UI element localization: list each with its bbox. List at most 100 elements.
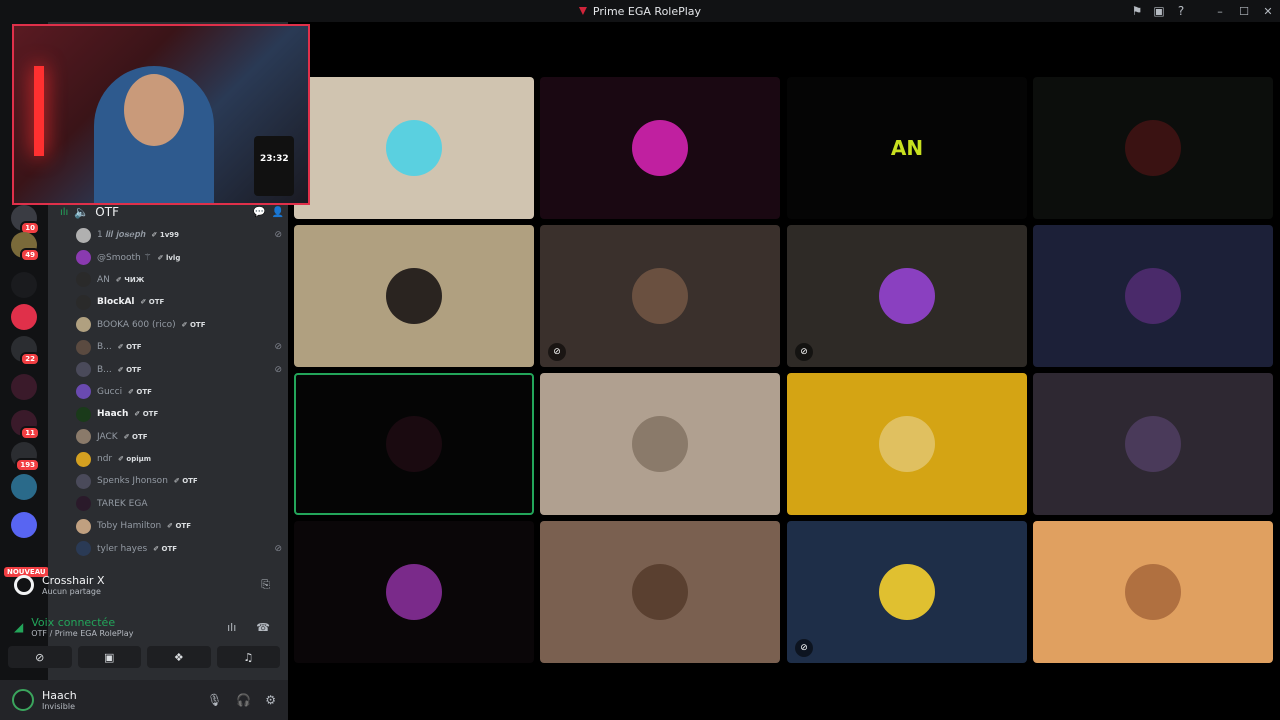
voice-member[interactable]: B... ✐ OTF ⊘ xyxy=(76,336,286,358)
user-name[interactable]: Haach xyxy=(42,689,77,702)
close-button[interactable]: ✕ xyxy=(1256,0,1280,22)
phone-clock: 23:32 xyxy=(260,154,289,164)
video-tile[interactable]: ⊘ xyxy=(787,521,1027,663)
muted-icon: ⊘ xyxy=(274,342,282,353)
video-tile[interactable] xyxy=(294,225,534,367)
voice-status-subtitle[interactable]: OTF / Prime EGA RolePlay xyxy=(31,629,133,638)
voice-member[interactable]: B... ✐ OTF ⊘ xyxy=(76,358,286,380)
member-name: JACK xyxy=(97,431,118,442)
server-7[interactable]: 11 xyxy=(11,410,40,440)
signal-icon[interactable]: ◢ xyxy=(14,620,23,634)
video-tile[interactable] xyxy=(294,521,534,663)
muted-icon: ⊘ xyxy=(274,364,282,375)
avatar xyxy=(76,518,91,534)
server-1[interactable]: 10 xyxy=(11,205,40,235)
add-member-icon[interactable]: 👤 xyxy=(272,207,284,218)
member-name: @Smooth ⚚ xyxy=(97,252,152,263)
member-tag: ✐ OTF xyxy=(140,298,165,307)
voice-member[interactable]: 1 𝒍𝒊𝒍 𝒋𝒐𝒔𝒆𝒑𝒉 ✐ 1v99 ⊘ xyxy=(76,224,286,246)
avatar[interactable] xyxy=(12,689,34,711)
inbox-flag-icon[interactable]: ⚑ xyxy=(1126,0,1148,22)
member-tag: ✐ OTF xyxy=(153,544,178,553)
voice-member[interactable]: BlockAl ✐ OTF xyxy=(76,291,286,313)
settings-gear-icon[interactable]: ⚙ xyxy=(265,693,276,707)
avatar xyxy=(76,339,91,355)
voice-member[interactable]: tyler hayes ✐ OTF ⊘ xyxy=(76,537,286,559)
video-tile[interactable] xyxy=(1033,77,1273,219)
member-name: BOOKA 600 (rico) xyxy=(97,319,176,330)
member-name: Haach xyxy=(97,409,129,420)
avatar xyxy=(386,564,442,620)
share-icon[interactable]: ⎘ xyxy=(261,578,270,592)
avatar xyxy=(632,564,688,620)
video-tile[interactable] xyxy=(540,521,780,663)
chat-icon[interactable]: 💬 xyxy=(253,207,265,218)
microphone-icon[interactable]: 🎙 xyxy=(207,693,222,707)
video-tile[interactable]: AN xyxy=(787,77,1027,219)
video-tile[interactable] xyxy=(540,373,780,515)
camera-off-button[interactable]: ⊘ xyxy=(8,646,72,668)
video-tile[interactable] xyxy=(294,373,534,515)
activity-subtitle: Aucun partage xyxy=(42,587,101,596)
avatar xyxy=(386,120,442,176)
video-tile[interactable] xyxy=(1033,521,1273,663)
minimize-button[interactable]: – xyxy=(1208,0,1232,22)
server-folder[interactable] xyxy=(11,512,37,538)
voice-member[interactable]: Gucci ✐ OTF xyxy=(76,381,286,403)
window-title-text: Prime EGA RolePlay xyxy=(592,4,702,18)
avatar xyxy=(1125,268,1181,324)
voice-member[interactable]: Haach ✐ OTF xyxy=(76,403,286,425)
avatar xyxy=(76,294,91,310)
video-tile[interactable] xyxy=(294,77,534,219)
server-2[interactable]: 49 xyxy=(11,232,40,262)
voice-member[interactable]: JACK ✐ OTF xyxy=(76,426,286,448)
member-name: 1 𝒍𝒊𝒍 𝒋𝒐𝒔𝒆𝒑𝒉 xyxy=(97,230,146,241)
server-8[interactable]: 193 xyxy=(11,442,40,472)
member-name: B... xyxy=(97,364,112,375)
headphones-icon[interactable]: 🎧 xyxy=(236,693,251,707)
video-grid: AN ⊘ ⊘ ⊘ xyxy=(288,22,1280,720)
member-name: Spenks Jhonson xyxy=(97,476,168,487)
video-tile[interactable] xyxy=(540,77,780,219)
voice-member[interactable]: @Smooth ⚚ ✐ lvlg xyxy=(76,246,286,268)
video-tile[interactable] xyxy=(787,373,1027,515)
server-6[interactable] xyxy=(11,374,37,400)
avatar xyxy=(76,317,91,333)
voice-member[interactable]: ndr ✐ opiµm xyxy=(76,448,286,470)
avatar xyxy=(76,384,91,400)
voice-channel-otf[interactable]: ılı 🔈 OTF 💬 👤 xyxy=(56,202,284,222)
video-tile[interactable]: ⊘ xyxy=(787,225,1027,367)
avatar xyxy=(632,120,688,176)
voice-member[interactable]: AN ✐ ЧИЖ xyxy=(76,269,286,291)
server-5[interactable]: 22 xyxy=(11,336,40,366)
member-tag: ✐ OTF xyxy=(117,343,142,352)
screen-icon[interactable]: ▣ xyxy=(1148,0,1170,22)
voice-member[interactable]: Spenks Jhonson ✐ OTF xyxy=(76,470,286,492)
video-tile[interactable] xyxy=(1033,373,1273,515)
server-9[interactable] xyxy=(11,474,37,500)
voice-status-title[interactable]: Voix connectée xyxy=(31,616,133,629)
activities-button[interactable]: ❖ xyxy=(147,646,211,668)
screen-share-button[interactable]: ▣ xyxy=(77,646,141,668)
soundboard-button[interactable]: ♫ xyxy=(216,646,280,668)
avatar xyxy=(1125,564,1181,620)
noise-suppression-icon[interactable]: ılı xyxy=(227,621,236,634)
maximize-button[interactable]: ☐ xyxy=(1232,0,1256,22)
avatar xyxy=(76,473,91,489)
voice-channel-icon: 🔈 xyxy=(74,205,90,219)
server-3[interactable] xyxy=(11,272,37,298)
server-prime-ega[interactable] xyxy=(11,304,37,330)
video-tile[interactable]: ⊘ xyxy=(540,225,780,367)
voice-member[interactable]: TAREK EGA xyxy=(76,493,286,515)
voice-member[interactable]: BOOKA 600 (rico) ✐ OTF xyxy=(76,314,286,336)
muted-icon: ⊘ xyxy=(274,543,282,554)
avatar xyxy=(76,227,91,243)
avatar xyxy=(1125,120,1181,176)
member-name: ndr xyxy=(97,454,113,465)
member-tag: ✐ opiµm xyxy=(118,455,152,464)
voice-member[interactable]: Toby Hamilton ✐ OTF xyxy=(76,515,286,537)
help-icon[interactable]: ? xyxy=(1170,0,1192,22)
disconnect-icon[interactable]: ☎ xyxy=(256,621,270,634)
avatar xyxy=(76,250,91,266)
video-tile[interactable] xyxy=(1033,225,1273,367)
